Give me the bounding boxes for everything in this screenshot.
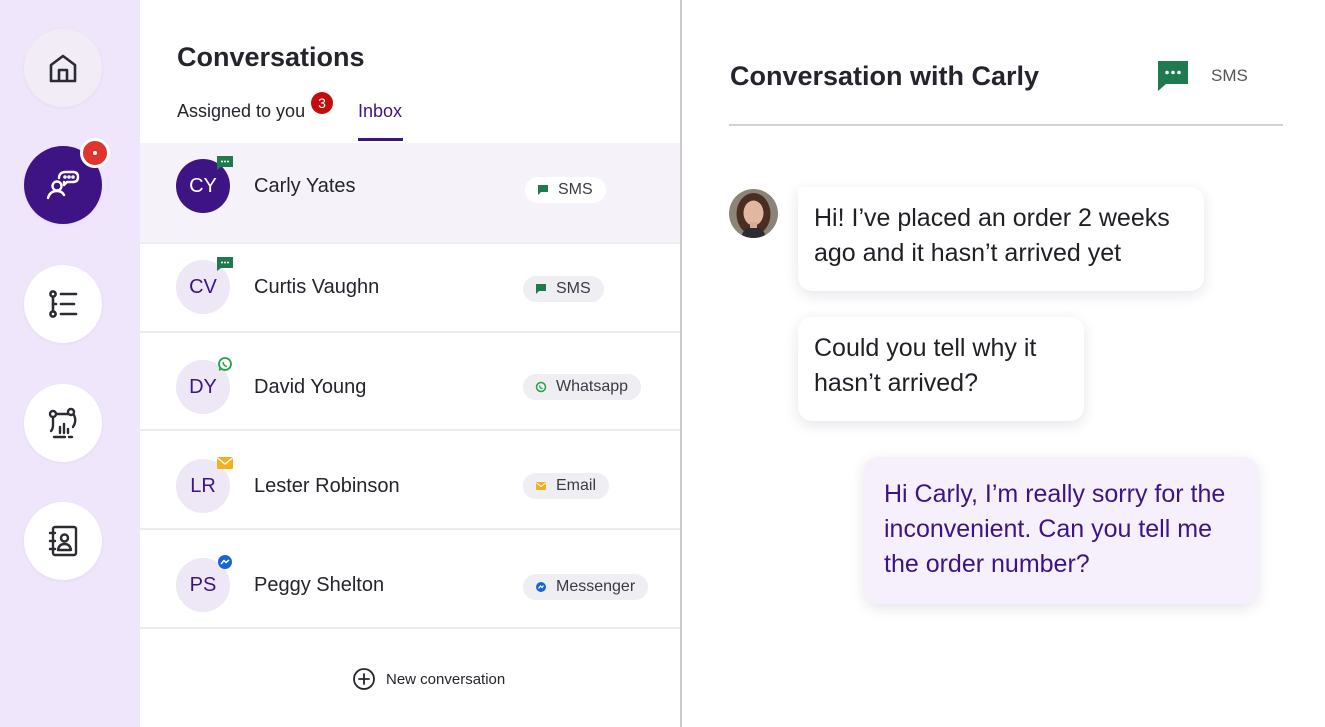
avatar-initials: LR — [190, 474, 216, 497]
avatar-initials: CV — [189, 275, 217, 298]
contact-name: Lester Robinson — [254, 475, 400, 497]
new-conversation-button[interactable]: New conversation — [352, 667, 505, 691]
email-icon — [536, 482, 546, 490]
assigned-count-badge: 3 — [311, 92, 333, 114]
list-item[interactable]: CY Carly Yates SMS — [140, 143, 680, 244]
avatar: LR — [176, 457, 233, 513]
messenger-icon — [216, 554, 234, 570]
avatar-initials: CY — [189, 174, 217, 197]
channel-tag: Email — [523, 473, 610, 499]
contact-name: Curtis Vaughn — [254, 276, 380, 298]
page-title: Conversations — [177, 42, 365, 72]
contacts-book-icon — [48, 525, 78, 557]
customer-avatar — [729, 189, 778, 238]
whatsapp-icon — [535, 381, 547, 393]
analytics-icon — [48, 407, 77, 439]
notification-dot — [80, 138, 110, 168]
customer-message: Could you tell why it hasn’t arrived? — [798, 317, 1084, 421]
flow-list-icon — [49, 290, 78, 318]
conversations-icon — [46, 170, 80, 200]
sms-icon — [216, 155, 234, 171]
channel-tag: Messenger — [523, 574, 649, 600]
active-tab-indicator — [358, 138, 403, 141]
avatar-initials: DY — [189, 375, 217, 398]
channel-label: Email — [556, 477, 597, 494]
tab-inbox[interactable]: Inbox — [358, 101, 402, 122]
app-window: Conversations Assigned to you 3 Inbox CY… — [0, 0, 1325, 727]
email-icon — [216, 455, 234, 471]
contact-name: Carly Yates — [254, 175, 356, 197]
sidebar-item-analytics[interactable] — [24, 384, 102, 462]
list-item[interactable]: PS Peggy Shelton Messenger — [140, 530, 680, 629]
list-item[interactable]: LR Lester Robinson Email — [140, 431, 680, 530]
customer-message: Hi! I’ve placed an order 2 weeks ago and… — [798, 187, 1204, 291]
sidebar-item-contacts[interactable] — [24, 502, 102, 580]
home-icon — [49, 54, 77, 83]
channel-label: Messenger — [556, 578, 636, 595]
avatar: CV — [176, 257, 233, 314]
messenger-icon — [536, 582, 546, 592]
header-divider — [729, 124, 1283, 126]
avatar: DY — [176, 357, 232, 414]
avatar: CY — [176, 156, 233, 213]
sms-icon — [538, 185, 548, 195]
channel-label: SMS — [556, 280, 591, 297]
sms-icon — [1158, 61, 1188, 91]
sidebar-item-conversations[interactable] — [24, 138, 110, 224]
sidebar-item-home[interactable] — [24, 29, 102, 107]
conversation-channel-label: SMS — [1211, 66, 1248, 85]
conversation-list-panel: Conversations Assigned to you 3 Inbox CY… — [140, 0, 680, 727]
contact-name: David Young — [254, 376, 367, 398]
plus-circle-icon — [353, 668, 375, 690]
list-item[interactable]: DY David Young Whatsapp — [140, 333, 680, 431]
whatsapp-icon — [216, 356, 234, 372]
channel-label: Whatsapp — [556, 378, 629, 395]
sms-icon — [216, 256, 234, 272]
agent-message: Hi Carly, I’m really sorry for the incon… — [864, 457, 1258, 604]
channel-tag: Whatsapp — [523, 374, 642, 400]
list-item[interactable]: CV Curtis Vaughn SMS — [140, 244, 680, 333]
contact-name: Peggy Shelton — [254, 574, 385, 596]
channel-label: SMS — [558, 181, 593, 198]
sms-icon — [536, 284, 546, 294]
channel-tag: SMS — [523, 276, 604, 302]
tab-assigned-to-you[interactable]: Assigned to you — [177, 101, 305, 122]
panel-divider — [680, 0, 682, 727]
sidebar — [0, 0, 140, 727]
new-conversation-label: New conversation — [386, 670, 506, 688]
avatar-initials: PS — [189, 573, 217, 596]
sidebar-item-flows[interactable] — [24, 265, 102, 343]
avatar: PS — [176, 555, 232, 612]
conversation-title: Conversation with Carly — [730, 61, 1040, 91]
channel-tag: SMS — [525, 177, 606, 203]
